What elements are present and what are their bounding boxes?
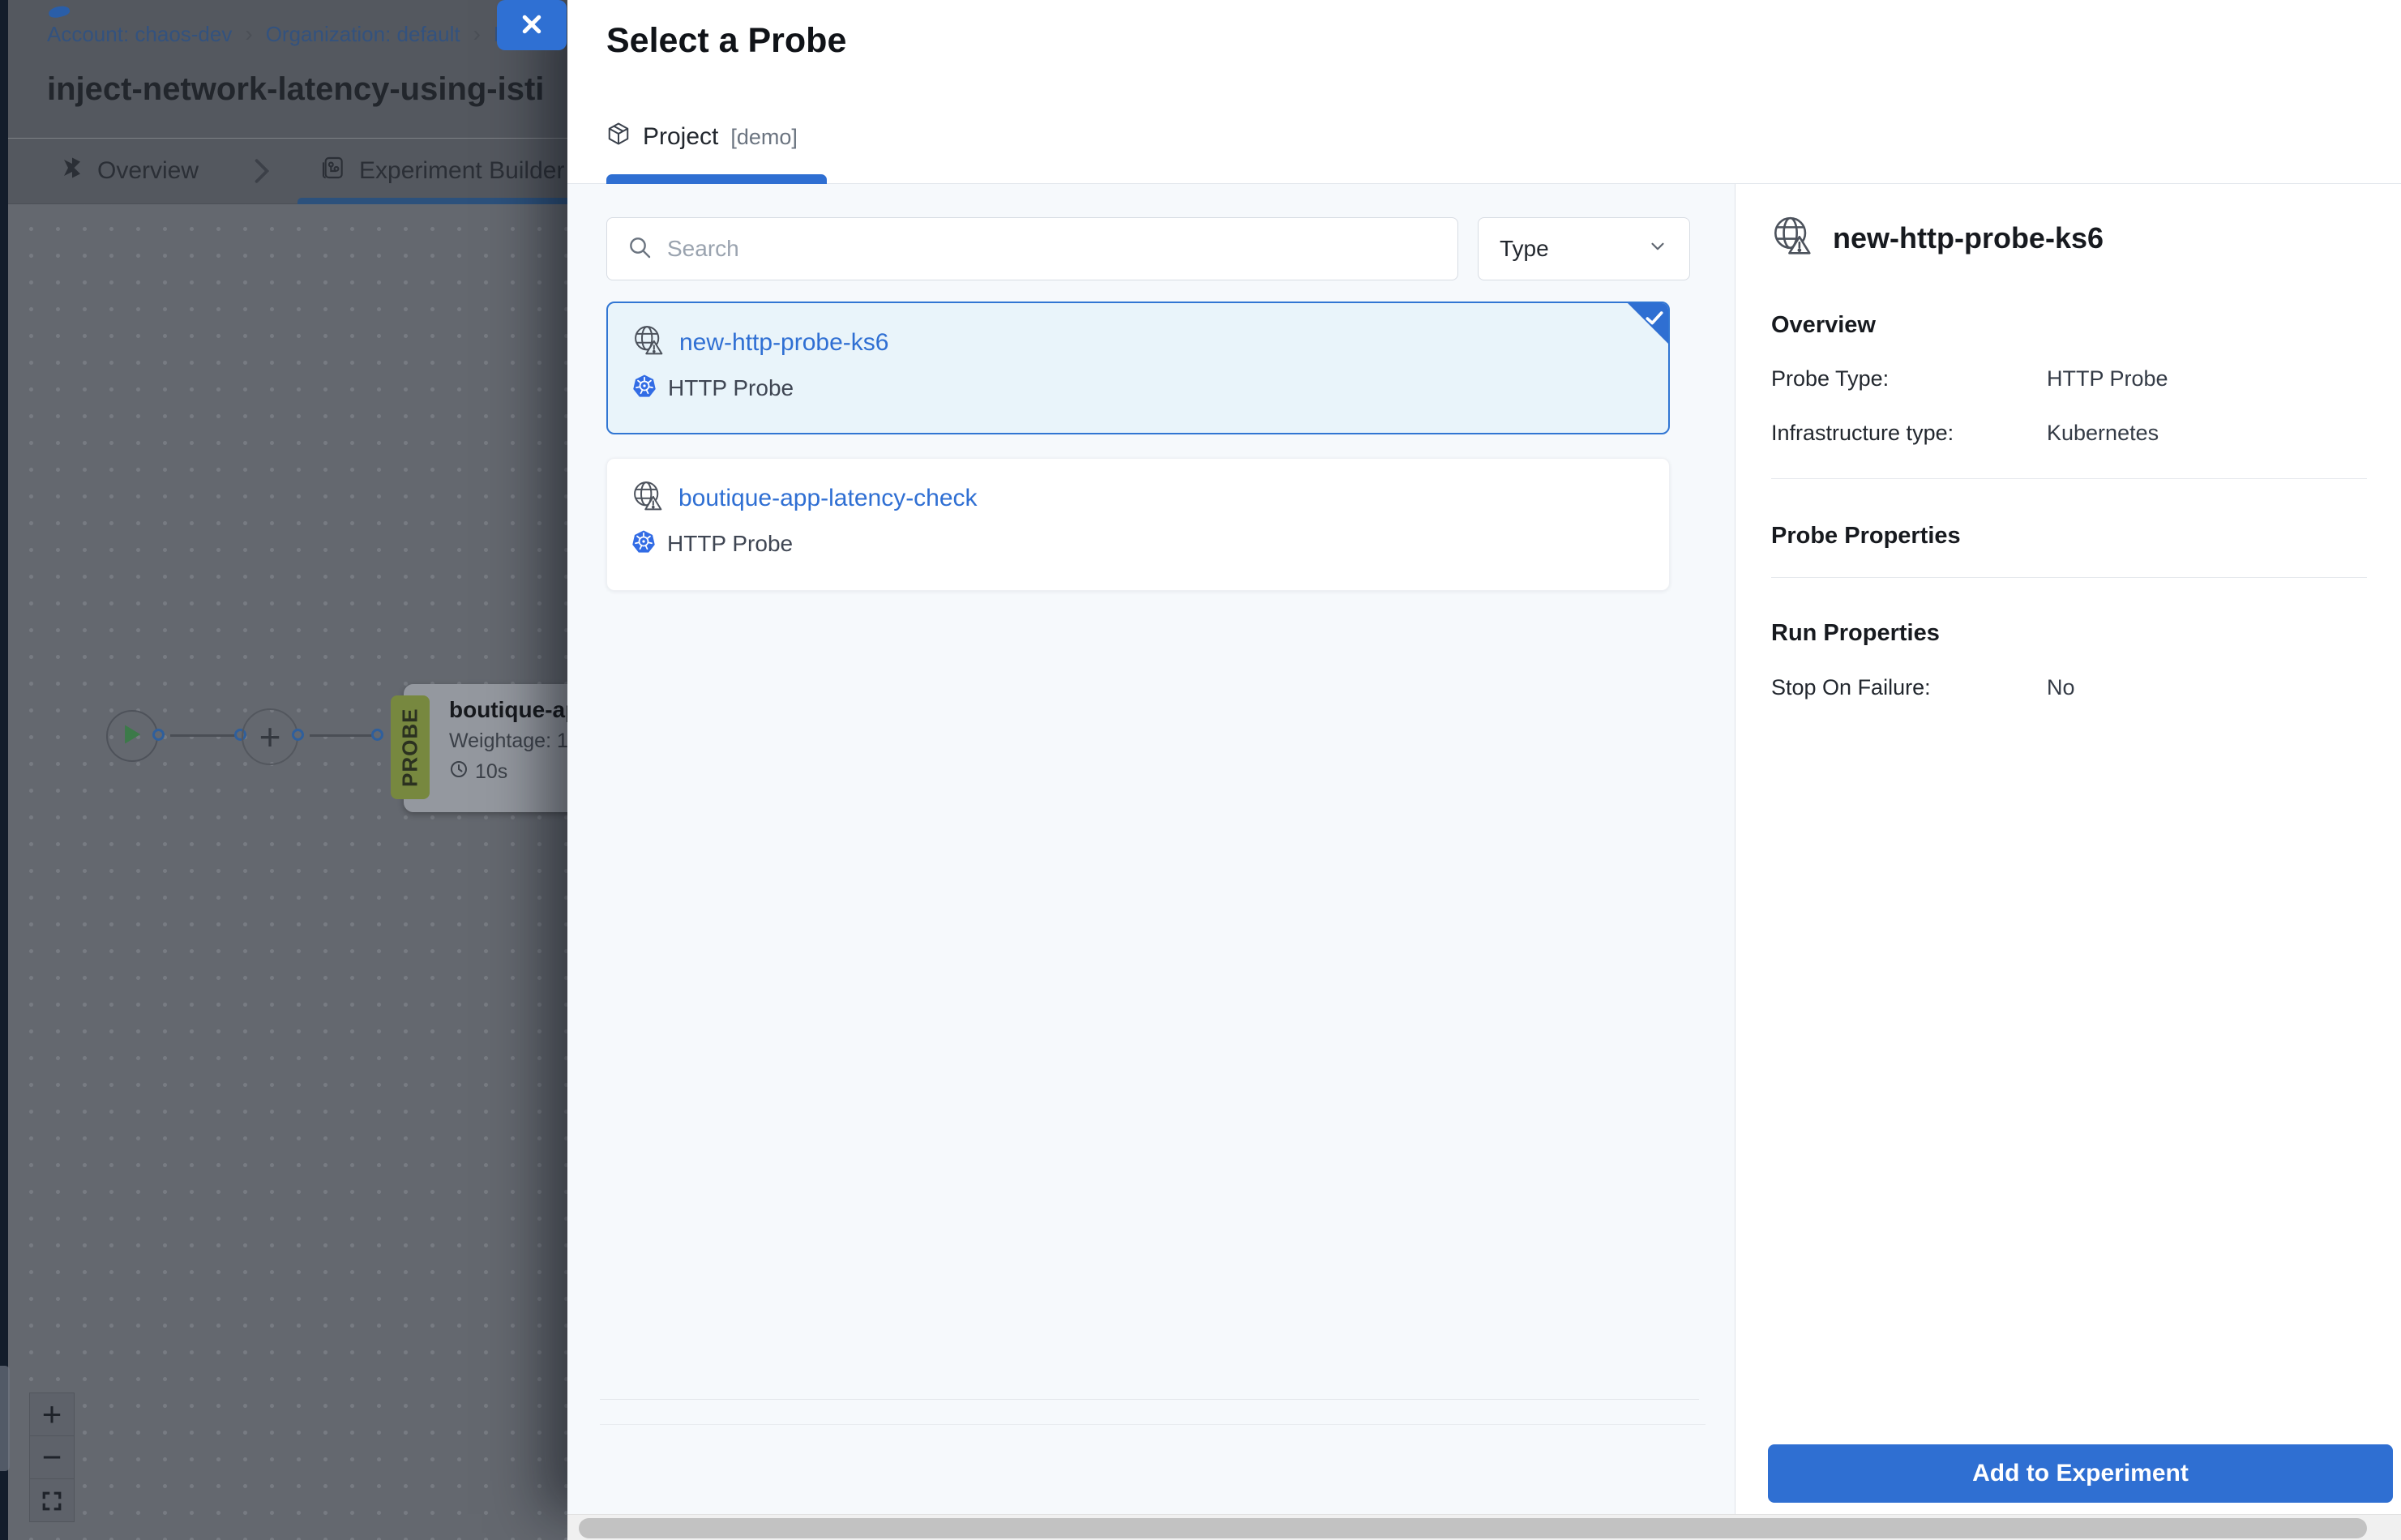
modal-header: Select a Probe Project [demo] (567, 0, 2401, 184)
type-filter-dropdown[interactable]: Type (1478, 217, 1690, 280)
section-divider (1771, 478, 2367, 479)
chevron-down-icon (1647, 236, 1668, 263)
screen: Account: chaos-dev › Organization: defau… (0, 0, 2401, 1540)
http-probe-globe-icon (631, 480, 664, 516)
kubernetes-icon (631, 529, 656, 558)
close-icon (520, 12, 544, 39)
fullscreen-icon (41, 1481, 62, 1520)
probe-card-boutique-app-latency-check[interactable]: boutique-app-latency-check HTTP (606, 458, 1670, 591)
page-title: inject-network-latency-using-isti (47, 71, 567, 108)
stop-on-failure-value: No (2047, 675, 2075, 700)
search-box (606, 217, 1458, 280)
probe-name-link[interactable]: boutique-app-latency-check (678, 485, 978, 512)
pipeline-start-node[interactable] (106, 710, 158, 762)
modal-title: Select a Probe (606, 21, 846, 61)
zoom-out-icon: − (42, 1438, 62, 1477)
harness-logo-mark (48, 4, 71, 19)
fit-to-screen-button[interactable] (29, 1478, 75, 1522)
horizontal-scrollbar[interactable] (567, 1514, 2401, 1540)
tab-experiment-builder[interactable]: Experiment Builder (320, 139, 564, 203)
check-icon (1644, 307, 1665, 332)
collapsed-nav-strip (0, 0, 8, 1540)
probe-node-badge: PROBE (391, 695, 430, 799)
tab-overview-label: Overview (97, 157, 199, 185)
plus-icon: + (259, 715, 281, 759)
active-tab-underline (606, 174, 827, 184)
zoom-in-icon: + (42, 1395, 62, 1434)
probe-type-label: HTTP Probe (668, 375, 794, 401)
tab-project-scope[interactable]: Project [demo] (606, 122, 798, 152)
probe-detail-panel: new-http-probe-ks6 Overview Probe Type: … (1735, 184, 2401, 1514)
probe-name-link[interactable]: new-http-probe-ks6 (679, 329, 888, 357)
probe-type-key: Probe Type: (1771, 366, 2047, 391)
probe-properties-heading: Probe Properties (1771, 523, 1961, 550)
canvas-zoom-controls: + − (29, 1393, 75, 1522)
list-divider (600, 1424, 1706, 1425)
search-input[interactable] (667, 236, 1438, 262)
play-icon (122, 723, 143, 750)
probe-node-title: boutique-ap (449, 697, 587, 723)
overview-tab-icon (60, 156, 84, 186)
probe-node-text: boutique-ap Weightage: 10 10s (449, 697, 587, 785)
infrastructure-type-key: Infrastructure type: (1771, 421, 2047, 446)
detail-probe-title: new-http-probe-ks6 (1833, 221, 2104, 255)
cube-icon (606, 122, 631, 152)
infrastructure-type-value: Kubernetes (2047, 421, 2159, 446)
breadcrumb-org-link[interactable]: Organization: default (266, 22, 460, 47)
page-tabs: Overview Experiment Builder (8, 138, 567, 204)
add-to-experiment-button[interactable]: Add to Experiment (1768, 1444, 2393, 1503)
tab-project-label: Project (643, 123, 718, 151)
pipeline-port (371, 729, 383, 741)
type-filter-label: Type (1500, 236, 1549, 262)
tab-overview[interactable]: Overview (60, 139, 199, 203)
breadcrumb-account-link[interactable]: Account: chaos-dev (47, 22, 232, 47)
probe-type-value: HTTP Probe (2047, 366, 2168, 391)
section-divider (1771, 577, 2367, 578)
zoom-out-button[interactable]: − (29, 1435, 75, 1479)
search-icon (627, 234, 653, 264)
add-step-node[interactable]: + (242, 708, 298, 765)
nav-resize-handle[interactable] (0, 1366, 10, 1471)
close-modal-button[interactable] (497, 0, 567, 50)
probe-node-duration: 10s (475, 760, 507, 784)
kubernetes-icon (632, 374, 657, 402)
breadcrumb-chevron-icon: › (245, 21, 252, 47)
stop-on-failure-key: Stop On Failure: (1771, 675, 2047, 700)
pipeline-connector (310, 734, 374, 737)
pipeline-port (292, 729, 304, 741)
probe-step-node[interactable]: PROBE boutique-ap Weightage: 10 10s (391, 682, 585, 814)
builder-tab-icon (320, 155, 346, 187)
zoom-in-button[interactable]: + (29, 1392, 75, 1436)
pipeline-port (152, 729, 165, 741)
breadcrumb-chevron-icon: › (473, 21, 481, 47)
pipeline-connector (170, 734, 237, 737)
overview-heading: Overview (1771, 312, 1876, 339)
experiment-canvas[interactable]: + PROBE boutique-ap Weightage: 10 10s (8, 204, 567, 1540)
run-properties-heading: Run Properties (1771, 620, 1940, 647)
horizontal-scrollbar-thumb[interactable] (579, 1518, 2367, 1538)
probe-node-weightage: Weightage: 10 (449, 729, 587, 753)
select-probe-modal: Select a Probe Project [demo] (567, 0, 2401, 1514)
breadcrumb: Account: chaos-dev › Organization: defau… (47, 21, 507, 47)
tab-chevron-icon (251, 139, 272, 203)
http-probe-globe-icon (632, 324, 665, 361)
probe-list-panel: Type (567, 184, 1735, 1514)
probe-type-label: HTTP Probe (667, 531, 793, 557)
tab-project-scope-label: [demo] (730, 125, 798, 150)
active-tab-underline (297, 198, 567, 204)
tab-experiment-builder-label: Experiment Builder (359, 157, 564, 185)
clock-icon (449, 759, 469, 785)
probe-card-new-http-probe-ks6[interactable]: new-http-probe-ks6 HTTP Probe (606, 302, 1670, 434)
http-probe-globe-icon (1771, 215, 1813, 261)
list-divider (600, 1399, 1699, 1400)
